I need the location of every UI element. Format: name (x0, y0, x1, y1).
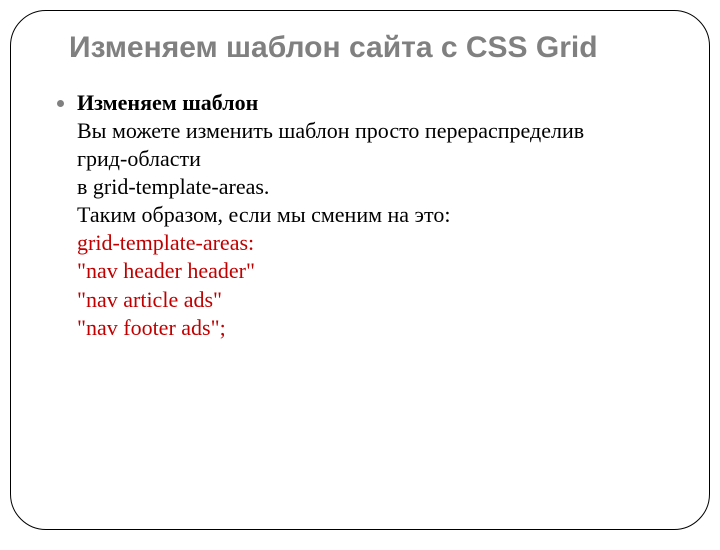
lead-line: Изменяем шаблон (77, 89, 637, 117)
code-line-4: "nav footer ads"; (77, 314, 637, 342)
code-line-2: "nav header header" (77, 257, 637, 285)
slide-title: Изменяем шаблон сайта с CSS Grid (69, 29, 673, 67)
slide-frame: Изменяем шаблон сайта с CSS Grid Изменяе… (10, 10, 710, 530)
paragraph-1a: Вы можете изменить шаблон просто перерас… (77, 117, 637, 173)
code-line-3: "nav article ads" (77, 286, 637, 314)
slide-body: Изменяем шаблон Вы можете изменить шабло… (77, 89, 637, 342)
code-line-1: grid-template-areas: (77, 229, 637, 257)
paragraph-2: Таким образом, если мы сменим на это: (77, 201, 637, 229)
paragraph-1b: в grid-template-areas. (77, 173, 637, 201)
